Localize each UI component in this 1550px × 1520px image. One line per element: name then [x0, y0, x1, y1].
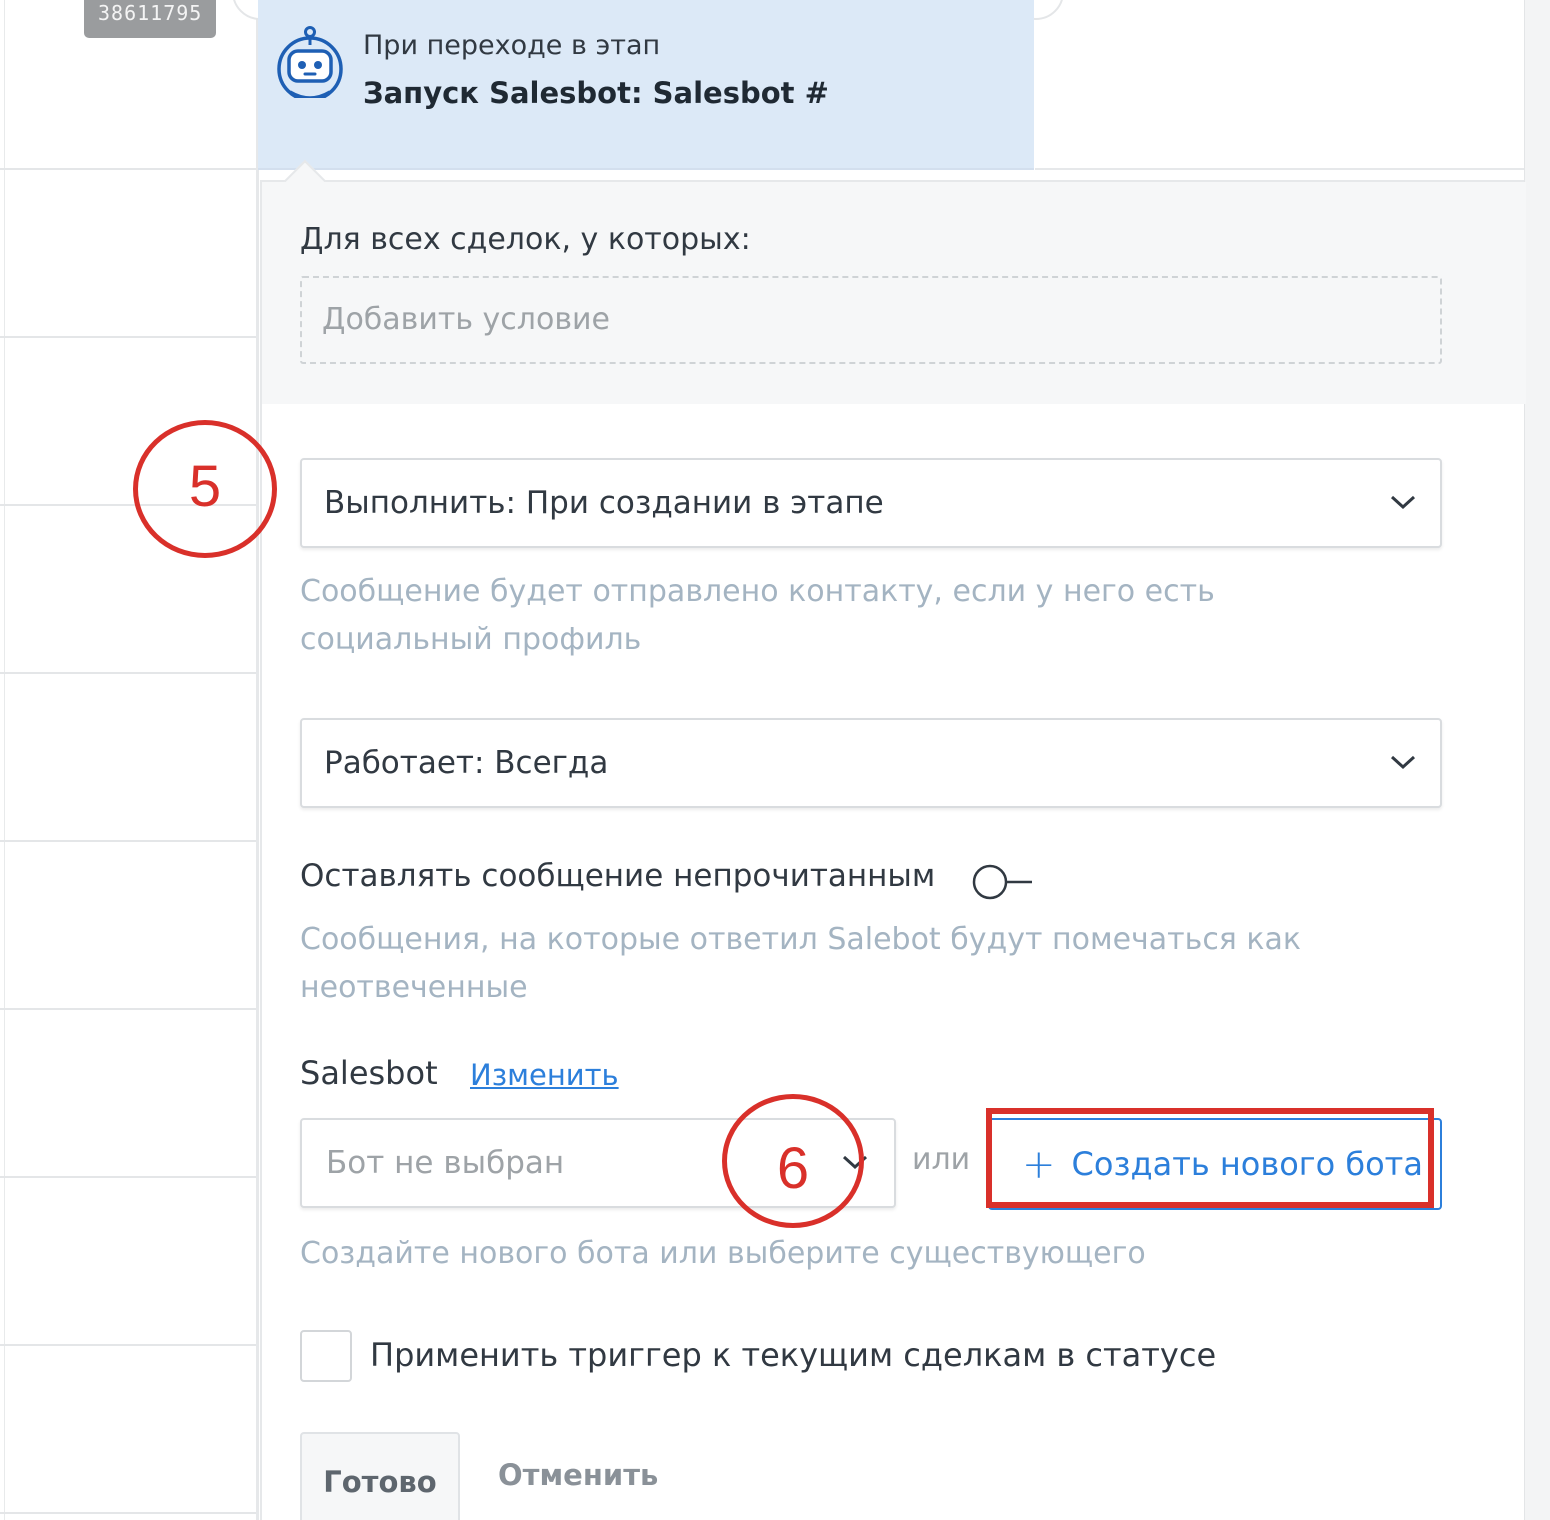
- execute-select[interactable]: Выполнить: При создании в этапе: [300, 458, 1442, 548]
- trigger-settings-panel: Для всех сделок, у которых: Добавить усл…: [260, 159, 1526, 1520]
- unread-hint-line: неотвеченные: [300, 970, 528, 1005]
- change-bot-link[interactable]: Изменить: [470, 1058, 619, 1092]
- grid-line: [0, 1008, 258, 1010]
- grid-line: [0, 1176, 258, 1178]
- or-separator: или: [912, 1142, 971, 1177]
- grid-line: [0, 168, 258, 170]
- execute-select-value: Выполнить: При создании в этапе: [324, 485, 884, 521]
- grid-line: [0, 840, 258, 842]
- unread-toggle[interactable]: [970, 864, 1034, 900]
- grid-line: [0, 672, 258, 674]
- plus-icon: +: [1022, 1142, 1056, 1188]
- grid-line: [0, 336, 258, 338]
- cancel-button[interactable]: Отменить: [498, 1458, 658, 1492]
- salesbot-label: Salesbot: [300, 1054, 438, 1092]
- done-button[interactable]: Готово: [300, 1432, 460, 1520]
- pipeline-cell: [1035, 0, 1524, 170]
- salesbot-hint: Создайте нового бота или выберите сущест…: [300, 1236, 1146, 1271]
- execute-hint-line: Сообщение будет отправлено контакту, есл…: [300, 574, 1215, 609]
- step-6-annotation: 6: [722, 1094, 864, 1228]
- conditions-label: Для всех сделок, у которых:: [300, 222, 751, 257]
- bot-select-placeholder: Бот не выбран: [326, 1145, 565, 1181]
- create-bot-label: Создать нового бота: [1071, 1145, 1423, 1183]
- works-select-value: Работает: Всегда: [324, 745, 609, 781]
- column-divider: [256, 0, 259, 1520]
- apply-trigger-checkbox[interactable]: [300, 1330, 352, 1382]
- unread-toggle-label: Оставлять сообщение непрочитанным: [300, 858, 936, 894]
- apply-trigger-label: Применить триггер к текущим сделкам в ст…: [370, 1336, 1217, 1374]
- create-bot-button[interactable]: + Создать нового бота: [988, 1118, 1442, 1210]
- unread-hint-line: Сообщения, на которые ответил Salebot бу…: [300, 922, 1302, 957]
- step-5-annotation: 5: [133, 420, 277, 558]
- unread-hint: Сообщения, на которые ответил Salebot бу…: [300, 916, 1301, 1012]
- chevron-down-icon: [1390, 755, 1416, 770]
- scroll-edge: [1524, 0, 1550, 1520]
- grid-line: [0, 1344, 258, 1346]
- column-border: [4, 0, 5, 1520]
- execute-hint: Сообщение будет отправлено контакту, есл…: [300, 568, 1215, 664]
- pipeline-column-left: [0, 0, 258, 1520]
- trigger-title: Запуск Salesbot: Salesbot #: [363, 76, 829, 110]
- robot-icon: [277, 26, 343, 98]
- add-condition-field[interactable]: Добавить условие: [300, 276, 1442, 364]
- trigger-card[interactable]: При переходе в этап Запуск Salesbot: Sal…: [258, 0, 1034, 170]
- id-badge: 38611795: [84, 0, 217, 38]
- chevron-down-icon: [1390, 495, 1416, 510]
- grid-line: [0, 1512, 258, 1514]
- execute-hint-line: социальный профиль: [300, 622, 642, 657]
- trigger-subtitle: При переходе в этап: [363, 30, 661, 61]
- works-select[interactable]: Работает: Всегда: [300, 718, 1442, 808]
- conditions-section: Для всех сделок, у которых: Добавить усл…: [262, 182, 1526, 404]
